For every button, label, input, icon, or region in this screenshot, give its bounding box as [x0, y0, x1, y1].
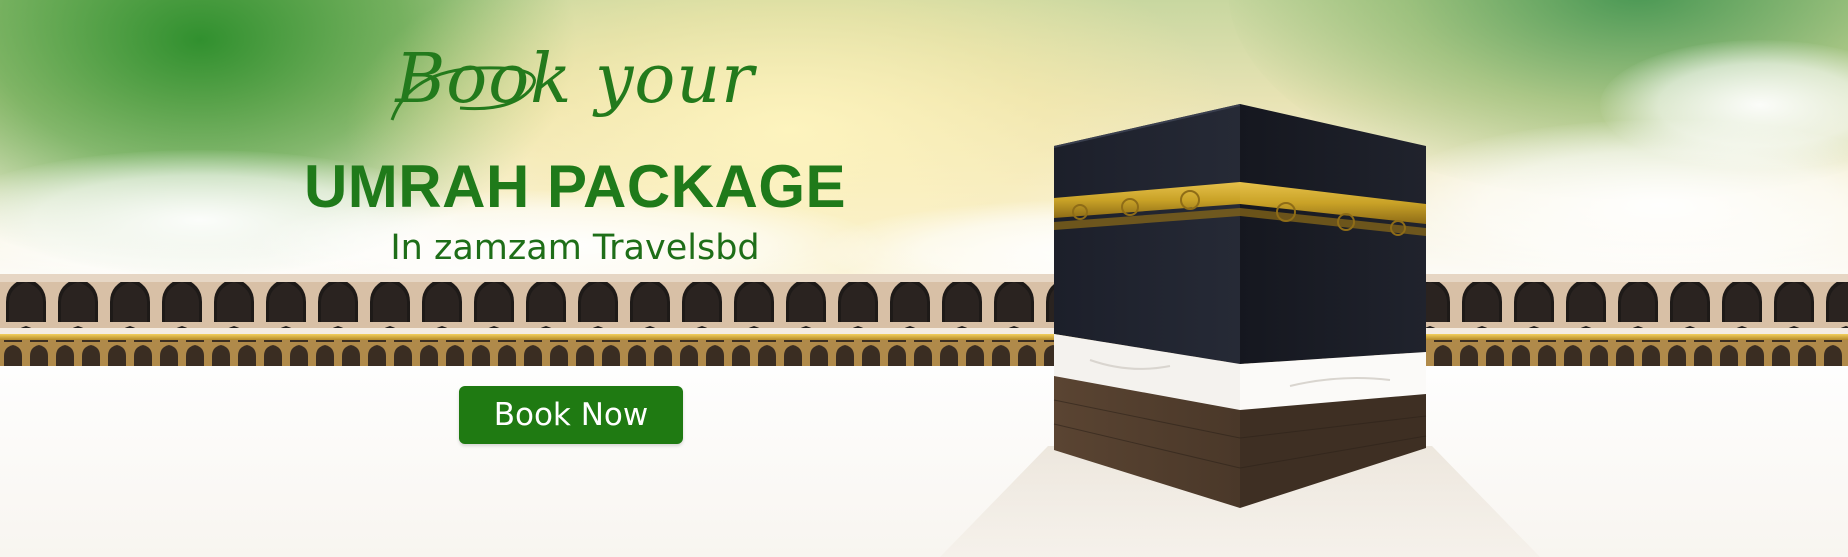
mosque-arches-icon: [0, 274, 1848, 370]
kaaba-icon: [1053, 104, 1427, 508]
subtitle: In zamzam Travelsbd: [390, 228, 760, 268]
page-title: UMRAH PACKAGE: [303, 153, 847, 220]
courtyard-floor: [0, 366, 1848, 557]
umrah-banner: Book your UMRAH PACKAGE In zamzam Travel…: [0, 0, 1848, 557]
headline-block: Book your UMRAH PACKAGE In zamzam Travel…: [260, 40, 890, 270]
script-heading: Book your: [395, 40, 755, 119]
book-now-button[interactable]: Book Now: [459, 386, 683, 444]
